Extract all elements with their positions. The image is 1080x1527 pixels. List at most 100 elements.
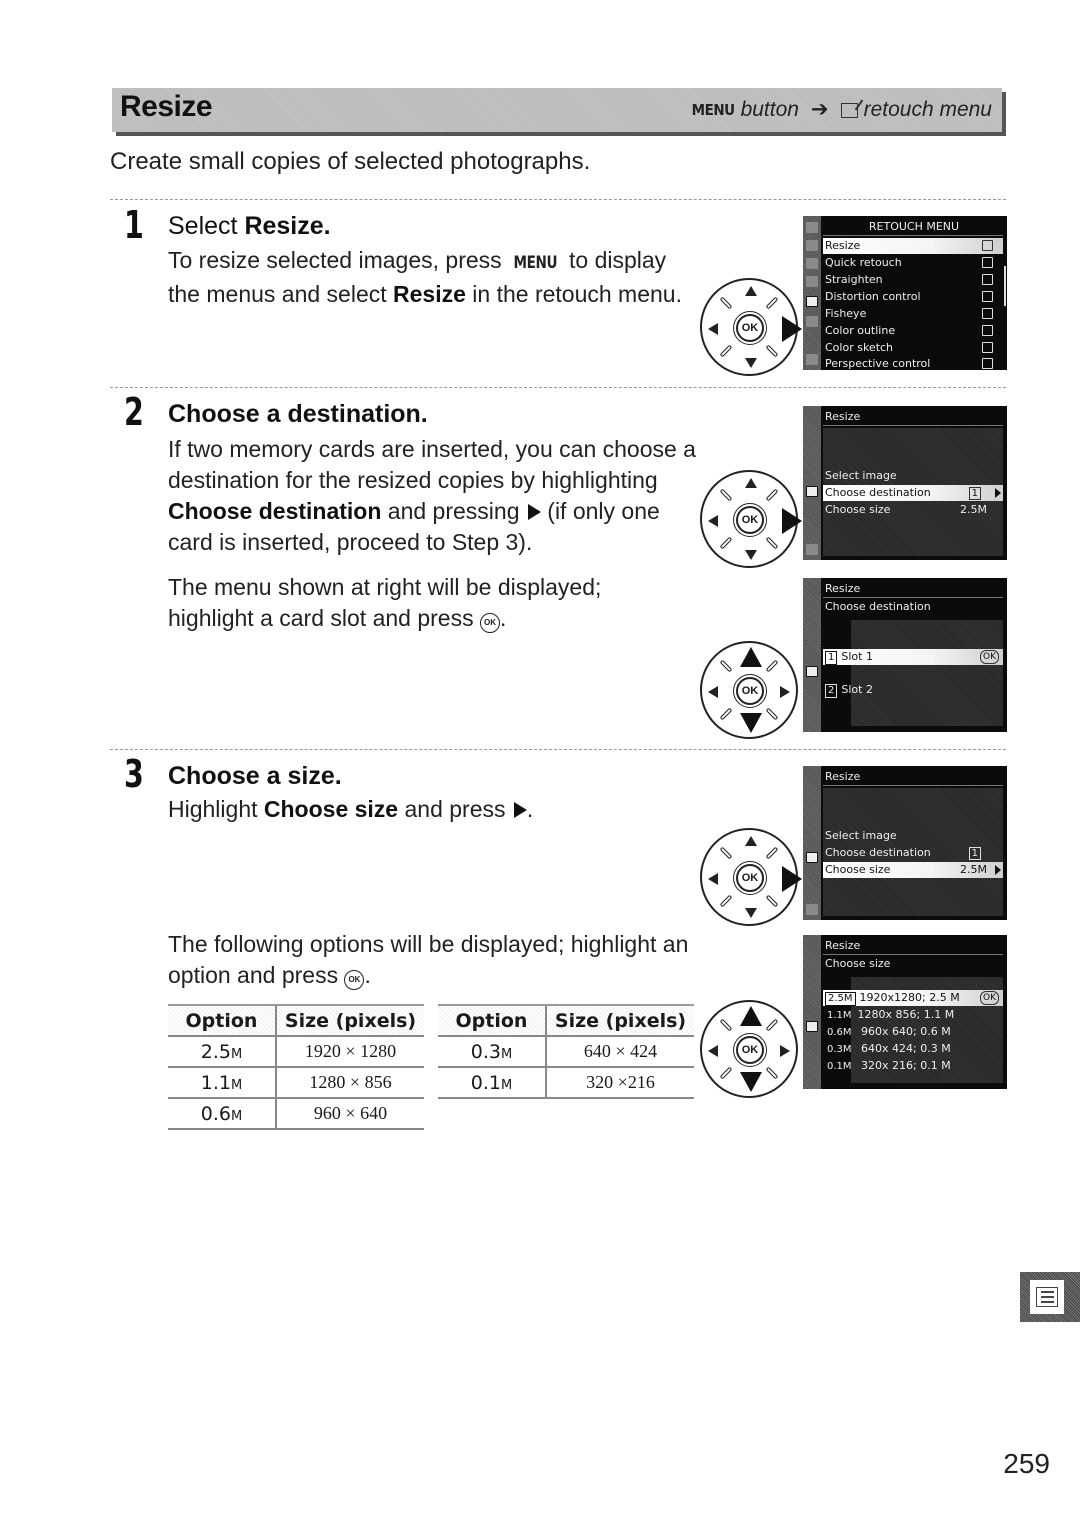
slot-label: Slot 1 (841, 650, 873, 663)
menu-item-resize[interactable]: Resize (823, 238, 1003, 254)
bold-text: Resize (393, 281, 466, 307)
card-slot-icon: 2 (825, 684, 838, 698)
text: The menu shown at right will be displaye… (168, 574, 602, 631)
size-option[interactable]: 0.6M 960x 640; 0.6 M (823, 1024, 1003, 1040)
retouch-tab-icon (806, 666, 818, 677)
table-row: 0.1M 320 ×216 (438, 1067, 694, 1099)
size-label: 960x 640; 0.6 M (857, 1025, 951, 1038)
size-option[interactable]: 1.1M 1280x 856; 1.1 M (823, 1007, 1003, 1023)
menu-item-straighten[interactable]: Straighten (823, 272, 1003, 288)
menu-item-label: Fisheye (825, 307, 867, 320)
up-arrow-icon (745, 836, 757, 846)
retouch-menu-icon (840, 103, 858, 118)
divider (110, 749, 1006, 750)
screen-subtitle: Choose size (823, 956, 1003, 972)
option-cell: 1.1M (168, 1067, 276, 1099)
menu-item-color-sketch[interactable]: Color sketch (823, 340, 1003, 356)
menu-item-distortion-control[interactable]: Distortion control (823, 289, 1003, 305)
text: . (364, 962, 371, 988)
menu-path-menu: retouch menu (863, 97, 992, 121)
size-cell: 1280 × 856 (275, 1067, 424, 1099)
menu-item-choose-size[interactable]: Choose size 2.5M (823, 862, 1003, 878)
down-arrow-icon (745, 908, 757, 918)
dial-mark (765, 894, 779, 908)
slot-option-1[interactable]: 1 Slot 1 OK (823, 649, 1003, 665)
right-arrow-icon (527, 504, 541, 520)
option-unit: M (231, 1108, 243, 1124)
camera-screen-choose-size: Resize Choose size 2.5M 1920x1280; 2.5 M O… (803, 935, 1007, 1089)
menu-item-choose-destination[interactable]: Choose destination 1 (823, 845, 1003, 861)
right-arrow-icon (513, 802, 527, 818)
size-option[interactable]: 0.3M 640x 424; 0.3 M (823, 1041, 1003, 1057)
bold-text: Choose destination (168, 498, 382, 524)
menu-item-select-image[interactable]: Select image (823, 828, 1003, 844)
scrollbar[interactable] (1004, 266, 1006, 306)
size-label: 640x 424; 0.3 M (857, 1042, 951, 1055)
dial-mark (719, 536, 733, 550)
text: and press (398, 796, 512, 822)
step-body: Highlight Choose size and press . (168, 794, 708, 825)
size-options-table-left: Option Size (pixels) 2.5M 1920 × 1280 1.1… (168, 1004, 424, 1130)
right-arrow-pressed-icon (782, 316, 802, 342)
multi-selector-dial: OK (700, 470, 802, 568)
size-cell: 1920 × 1280 (275, 1036, 424, 1068)
arrow-right-icon: ➔ (810, 98, 829, 121)
subtitle-text: Choose destination (825, 600, 931, 613)
quick-retouch-icon (982, 257, 993, 268)
down-arrow-pressed-icon (740, 713, 762, 733)
retouch-tab-icon (806, 296, 818, 307)
text: To resize selected images, press (168, 247, 509, 273)
size-option[interactable]: 0.1M 320x 216; 0.1 M (823, 1058, 1003, 1074)
size-option[interactable]: 2.5M 1920x1280; 2.5 M OK (823, 990, 1003, 1006)
dial-mark (719, 344, 733, 358)
size-value: 2.5M (960, 503, 987, 516)
slot-option-2[interactable]: 2 Slot 2 (823, 682, 1003, 698)
list-doc-shape (1036, 1287, 1058, 1307)
table-header-row: Option Size (pixels) (168, 1004, 424, 1037)
table-row: 0.3M 640 × 424 (438, 1036, 694, 1068)
up-arrow-icon (745, 478, 757, 488)
down-arrow-icon (745, 358, 757, 368)
column-header-option: Option (438, 1004, 546, 1037)
playback-tab-icon (806, 222, 818, 233)
option-cell: 2.5M (168, 1036, 276, 1068)
text: in the retouch menu. (465, 281, 682, 307)
ok-icon: OK (980, 650, 999, 664)
menu-item-choose-destination[interactable]: Choose destination 1 (823, 485, 1003, 501)
help-icon (806, 544, 818, 555)
shooting-tab-icon (806, 240, 818, 251)
menu-item-select-image[interactable]: Select image (823, 468, 1003, 484)
size-label: 1280x 856; 1.1 M (857, 1008, 955, 1021)
multi-selector-dial: OK (700, 1000, 798, 1098)
menu-item-label: Quick retouch (825, 256, 902, 269)
text: If two memory cards are inserted, you ca… (168, 436, 696, 493)
menu-item-color-outline[interactable]: Color outline (823, 323, 1003, 339)
bold-text: Choose size (263, 796, 399, 822)
menu-item-perspective-control[interactable]: Perspective control (823, 356, 1003, 370)
menu-tabs-sidebar (803, 766, 821, 920)
menu-item-choose-size[interactable]: Choose size 2.5M (823, 502, 1003, 518)
card-slot-icon: 1 (825, 651, 838, 665)
divider (110, 387, 1006, 388)
step-body-2: The menu shown at right will be displaye… (168, 572, 668, 634)
size-label: 320x 216; 0.1 M (857, 1059, 951, 1072)
retouch-tab-icon (806, 852, 818, 863)
right-arrow-icon (995, 865, 1001, 875)
option-value: 1.1 (200, 1071, 231, 1094)
distortion-icon (982, 291, 993, 302)
list-line (1041, 1301, 1054, 1303)
text: . (499, 605, 507, 631)
dial-mark (719, 707, 733, 721)
menu-tabs-sidebar (803, 578, 821, 732)
dial-mark (719, 894, 733, 908)
straighten-icon (982, 274, 993, 285)
screen-subtitle: Choose destination (823, 599, 1003, 615)
up-arrow-pressed-icon (740, 1006, 762, 1026)
size-label: 1920x1280; 2.5 M (859, 991, 960, 1004)
menu-item-fisheye[interactable]: Fisheye (823, 306, 1003, 322)
dial-mark (719, 846, 733, 860)
column-header-size: Size (pixels) (545, 1004, 694, 1037)
dial-mark (765, 1066, 779, 1080)
menu-guide-tab[interactable] (1020, 1272, 1080, 1322)
menu-item-quick-retouch[interactable]: Quick retouch (823, 255, 1003, 271)
